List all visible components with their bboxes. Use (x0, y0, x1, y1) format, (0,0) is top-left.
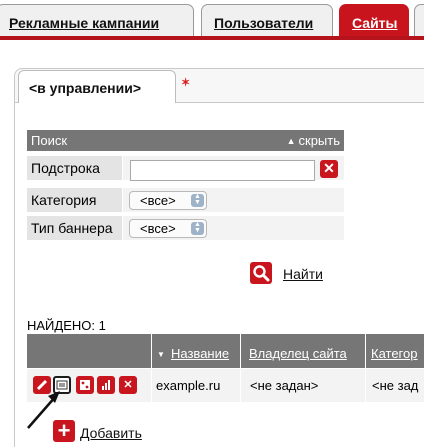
banners-button[interactable] (76, 376, 94, 394)
substring-input[interactable] (130, 160, 315, 181)
add-link[interactable]: Добавить (80, 425, 142, 441)
column-divider (151, 334, 152, 402)
find-link[interactable]: Найти (283, 266, 323, 282)
updown-arrows-icon: ▲ ▼ (191, 193, 204, 207)
banner-type-select-value: <все> (140, 221, 176, 236)
site-category: <не зад (372, 378, 419, 393)
column-divider (240, 334, 241, 402)
column-header-owner[interactable]: Владелец сайта (249, 346, 347, 361)
found-count: НАЙДЕНО: 1 (27, 318, 106, 333)
search-header: Поиск ▲ скрыть (27, 130, 344, 151)
column-header-name[interactable]: Название (171, 346, 229, 361)
site-owner: <не задан> (250, 378, 319, 393)
tab-users[interactable]: Пользователи (201, 4, 333, 37)
header-actions-cell (27, 334, 151, 368)
site-name: example.ru (156, 378, 221, 393)
bar-chart-icon (102, 380, 110, 390)
column-header-category[interactable]: Категор (371, 346, 417, 361)
triangle-up-icon: ▲ (286, 136, 296, 146)
tab-ad-campaigns[interactable]: Рекламные кампании (0, 4, 194, 37)
substring-label: Подстрока (27, 156, 122, 180)
close-tab-icon[interactable]: ✶ (181, 78, 190, 89)
stats-button[interactable] (97, 376, 115, 394)
updown-arrows-icon: ▲ ▼ (191, 221, 204, 235)
dice-icon (80, 380, 90, 390)
subtab-managed[interactable]: <в управлении> (18, 70, 176, 103)
banner-type-select[interactable]: <все> ▲ ▼ (129, 219, 207, 238)
close-icon: ✕ (123, 379, 133, 391)
search-header-title: Поиск (31, 133, 68, 148)
top-tab-bar: Рекламные кампании Пользователи Сайты (0, 0, 424, 40)
tab-bar-underline (0, 36, 424, 40)
search-icon (253, 265, 270, 282)
tab-more[interactable] (414, 4, 424, 37)
sort-desc-icon: ▼ (157, 350, 165, 359)
add-button[interactable]: + (53, 420, 75, 442)
banner-type-label: Тип баннера (27, 216, 122, 240)
category-select-value: <все> (140, 193, 176, 208)
tab-sites[interactable]: Сайты (339, 4, 409, 37)
find-button[interactable] (250, 262, 272, 284)
category-select[interactable]: <все> ▲ ▼ (129, 191, 207, 210)
column-divider (365, 334, 366, 402)
category-label: Категория (27, 188, 122, 212)
hide-search-label: скрыть (298, 133, 341, 148)
delete-button[interactable]: ✕ (119, 376, 137, 394)
hide-search-toggle[interactable]: ▲ скрыть (287, 133, 340, 148)
clear-substring-button[interactable]: ✕ (320, 160, 338, 178)
